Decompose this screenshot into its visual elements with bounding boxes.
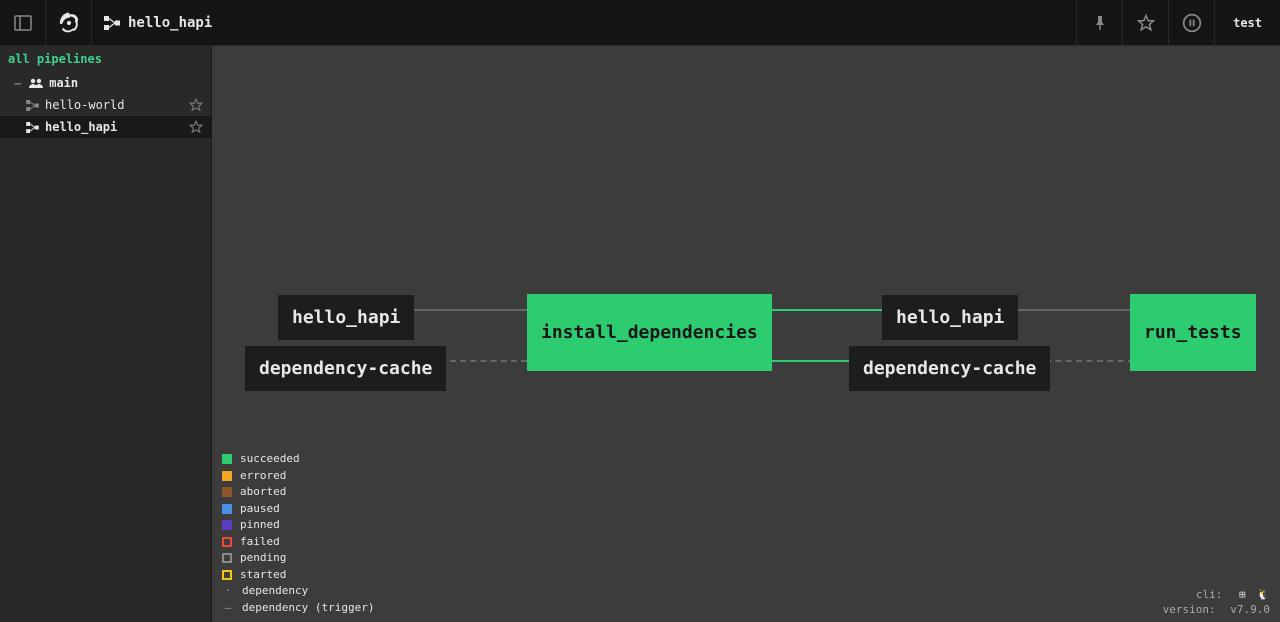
- main-layout: all pipelines – main hello-world: [0, 46, 1280, 622]
- legend-swatch-succeeded: [222, 454, 232, 464]
- legend-swatch-started: [222, 570, 232, 580]
- panel-icon: [14, 14, 32, 32]
- legend-swatch-pinned: [222, 520, 232, 530]
- cli-row: cli: ⊞ 🐧: [1163, 588, 1270, 601]
- star-icon: [1137, 14, 1155, 32]
- topbar-right: test: [1076, 0, 1280, 45]
- user-menu[interactable]: test: [1214, 0, 1280, 45]
- edge-r1-j1: [407, 309, 527, 311]
- resource-hello-hapi-1[interactable]: hello_hapi: [278, 295, 414, 340]
- collapse-icon: –: [14, 76, 21, 90]
- sidebar-item-hello-hapi[interactable]: hello_hapi: [0, 116, 211, 138]
- sidebar-item-hello-world[interactable]: hello-world: [0, 94, 211, 116]
- team-name: main: [49, 76, 78, 90]
- edge-r4-j2: [1045, 360, 1134, 362]
- breadcrumb: hello_hapi: [92, 15, 224, 31]
- pin-icon: [1092, 15, 1108, 31]
- edge-r2-j1: [440, 360, 527, 362]
- cli-windows-icon[interactable]: ⊞: [1239, 588, 1246, 601]
- version-value: v7.9.0: [1230, 603, 1270, 616]
- pause-icon: [1182, 13, 1202, 33]
- edge-j1-r3: [767, 309, 887, 311]
- legend-dep-dot: ·: [222, 583, 234, 600]
- job-install-dependencies[interactable]: install_dependencies: [527, 294, 772, 371]
- legend-swatch-paused: [222, 504, 232, 514]
- cli-linux-icon[interactable]: 🐧: [1256, 588, 1270, 601]
- edge-r3-j2: [1009, 309, 1134, 311]
- legend-swatch-errored: [222, 471, 232, 481]
- pipeline-label: hello_hapi: [45, 120, 117, 134]
- breadcrumb-pipeline-name[interactable]: hello_hapi: [128, 15, 212, 31]
- legend-swatch-aborted: [222, 487, 232, 497]
- pin-button[interactable]: [1076, 0, 1122, 46]
- sidebar-team-main[interactable]: – main: [0, 72, 211, 94]
- topbar-left: hello_hapi: [0, 0, 224, 45]
- pipeline-icon: [26, 100, 39, 111]
- star-icon[interactable]: [189, 120, 203, 134]
- legend-swatch-pending: [222, 553, 232, 563]
- user-label: test: [1233, 16, 1262, 30]
- concourse-logo-icon: [56, 10, 82, 36]
- legend-dep-line: –: [222, 600, 234, 617]
- legend: succeeded errored aborted paused pinned …: [222, 451, 374, 616]
- logo-button[interactable]: [46, 0, 92, 46]
- team-icon: [29, 78, 43, 88]
- sidebar-toggle-button[interactable]: [0, 0, 46, 46]
- resource-hello-hapi-2[interactable]: hello_hapi: [882, 295, 1018, 340]
- footer-info: cli: ⊞ 🐧 version: v7.9.0: [1163, 586, 1270, 616]
- job-run-tests[interactable]: run_tests: [1130, 294, 1256, 371]
- legend-swatch-failed: [222, 537, 232, 547]
- sidebar: all pipelines – main hello-world: [0, 46, 212, 622]
- edge-j1-r4: [767, 360, 857, 362]
- pipeline-icon: [104, 16, 120, 30]
- sidebar-header: all pipelines: [0, 46, 211, 72]
- topbar: hello_hapi test: [0, 0, 1280, 46]
- resource-dependency-cache-1[interactable]: dependency-cache: [245, 346, 446, 391]
- pipeline-label: hello-world: [45, 98, 124, 112]
- pipeline-canvas[interactable]: hello_hapi dependency-cache install_depe…: [212, 46, 1280, 622]
- version-row: version: v7.9.0: [1163, 603, 1270, 616]
- pause-button[interactable]: [1168, 0, 1214, 46]
- pipeline-icon: [26, 122, 39, 133]
- star-icon[interactable]: [189, 98, 203, 112]
- favorite-button[interactable]: [1122, 0, 1168, 46]
- resource-dependency-cache-2[interactable]: dependency-cache: [849, 346, 1050, 391]
